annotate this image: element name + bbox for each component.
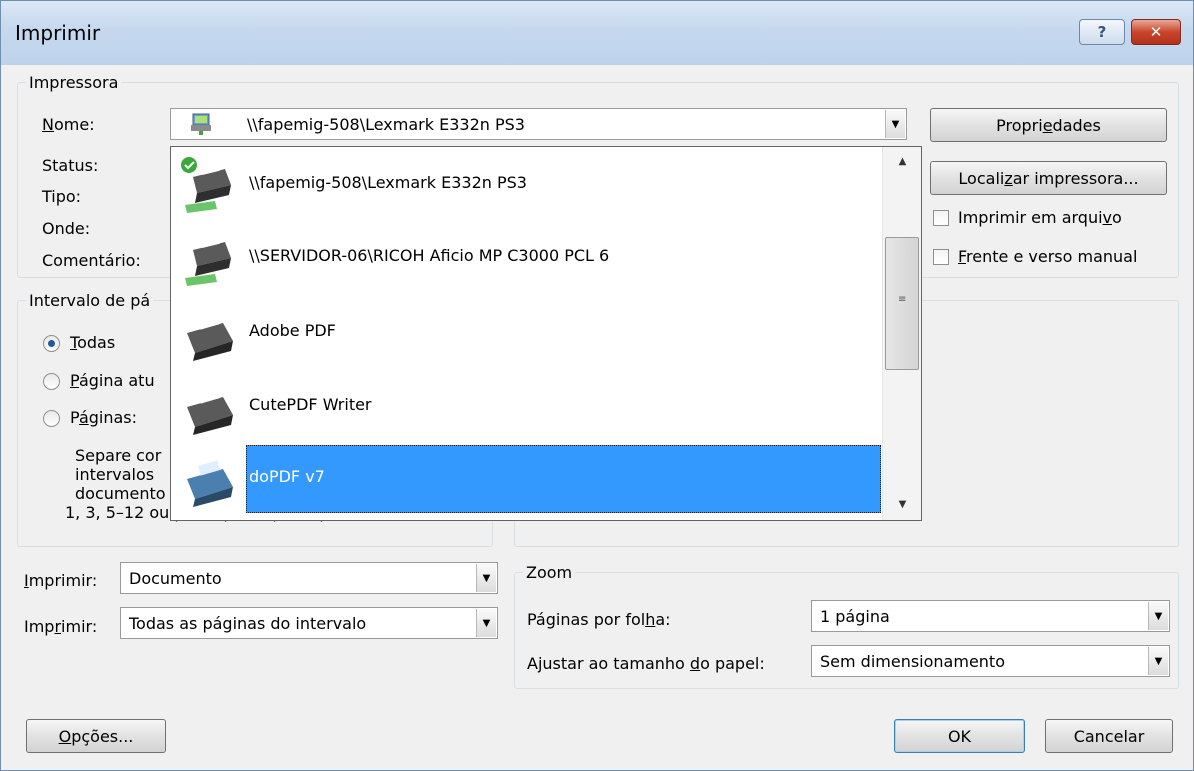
print-pages-combo[interactable]: Todas as páginas do intervalo ▼: [120, 607, 498, 639]
selection-highlight: [246, 445, 881, 513]
print-to-file-label: Imprimir em arquivo: [958, 208, 1122, 227]
ok-button[interactable]: OK: [894, 719, 1025, 753]
options-button[interactable]: Opções...: [26, 719, 166, 753]
manual-duplex-checkbox[interactable]: [933, 249, 949, 265]
range-current-label: Página atu: [70, 371, 155, 390]
printer-icon: [187, 388, 233, 435]
scroll-up-icon[interactable]: ▲: [883, 151, 921, 171]
range-pages-label: Páginas:: [70, 408, 138, 427]
range-all-label: Todas: [70, 333, 116, 352]
printer-list-item-label: doPDF v7: [249, 467, 325, 486]
chevron-down-icon[interactable]: ▼: [1148, 602, 1168, 630]
status-label: Status:: [42, 156, 99, 175]
dropdown-scrollbar[interactable]: ▲ ≡ ▼: [882, 147, 921, 520]
title-bar[interactable]: Imprimir ? ✕: [1, 1, 1193, 65]
printer-list-item[interactable]: \\fapemig-508\Lexmark E332n PS3: [171, 147, 881, 224]
grip-icon: ≡: [898, 294, 907, 305]
print-what-combo[interactable]: Documento ▼: [120, 562, 498, 594]
print-what-label: Imprimir:: [24, 571, 98, 590]
print-to-file-checkbox[interactable]: [933, 210, 949, 226]
type-label: Tipo:: [42, 187, 82, 206]
printer-list-item-label: \\SERVIDOR-06\RICOH Aficio MP C3000 PCL …: [249, 246, 610, 265]
scale-value: Sem dimensionamento: [820, 652, 1005, 671]
printer-icon: [187, 460, 233, 507]
properties-button[interactable]: Propri e dades: [930, 108, 1167, 142]
printer-group-legend: Impressora: [26, 73, 122, 92]
network-printer-default-icon: [181, 157, 231, 213]
scroll-down-icon[interactable]: ▼: [883, 494, 921, 514]
printer-name-combo[interactable]: \\fapemig-508\Lexmark E332n PS3 ▼: [170, 108, 907, 140]
print-dialog: Imprimir ? ✕ Impressora Nome: \\fapemig-…: [0, 0, 1194, 771]
printer-name-label: Nome:: [42, 115, 95, 134]
printer-icon: [187, 314, 233, 361]
network-printer-icon: [191, 113, 211, 135]
chevron-down-icon[interactable]: ▼: [476, 609, 496, 637]
printer-list-item-label: CutePDF Writer: [249, 395, 372, 414]
range-hint-line: documento: [75, 484, 166, 503]
scale-combo[interactable]: Sem dimensionamento ▼: [811, 645, 1170, 677]
print-pages-value: Todas as páginas do intervalo: [129, 614, 367, 633]
range-hint-line: intervalos: [75, 465, 155, 484]
printer-list-item-label: \\fapemig-508\Lexmark E332n PS3: [249, 173, 527, 192]
printer-list-item[interactable]: Adobe PDF: [171, 295, 881, 372]
range-hint-line: Separe cor: [75, 446, 162, 465]
chevron-down-icon[interactable]: ▼: [885, 110, 905, 138]
range-all-radio[interactable]: [43, 335, 60, 352]
print-pages-label: Imprimir:: [24, 617, 98, 636]
comment-label: Comentário:: [42, 251, 141, 270]
chevron-down-icon[interactable]: ▼: [1148, 647, 1168, 675]
close-button[interactable]: ✕: [1131, 19, 1181, 45]
printer-list-item[interactable]: CutePDF Writer: [171, 369, 881, 446]
dialog-title: Imprimir: [15, 21, 101, 45]
pages-per-sheet-combo[interactable]: 1 página ▼: [811, 600, 1170, 632]
zoom-legend: Zoom: [523, 563, 576, 582]
chevron-down-icon[interactable]: ▼: [476, 564, 496, 592]
scale-label: Ajustar ao tamanho do papel:: [527, 654, 765, 673]
print-what-value: Documento: [129, 569, 222, 588]
range-pages-radio[interactable]: [43, 410, 60, 427]
printer-list-item[interactable]: \\SERVIDOR-06\RICOH Aficio MP C3000 PCL …: [171, 220, 881, 297]
printer-dropdown-list[interactable]: \\fapemig-508\Lexmark E332n PS3 \\SERVID…: [170, 146, 922, 521]
pages-per-sheet-label: Páginas por folha:: [527, 610, 671, 629]
cancel-button[interactable]: Cancelar: [1045, 719, 1173, 753]
manual-duplex-label: Frente e verso manual: [958, 247, 1138, 266]
find-printer-button[interactable]: Locali z ar impressora...: [930, 161, 1167, 195]
where-label: Onde:: [42, 219, 91, 238]
pages-per-sheet-value: 1 página: [820, 607, 890, 626]
range-hint: Separe cor intervalos documento: [75, 446, 166, 503]
help-button[interactable]: ?: [1079, 19, 1125, 45]
page-range-legend: Intervalo de pá: [26, 291, 154, 310]
printer-name-value: \\fapemig-508\Lexmark E332n PS3: [247, 115, 525, 134]
printer-list-item-selected[interactable]: doPDF v7: [171, 441, 881, 518]
scroll-thumb[interactable]: ≡: [885, 237, 919, 370]
network-printer-icon: [185, 235, 231, 286]
range-current-radio[interactable]: [43, 373, 60, 390]
printer-list-item-label: Adobe PDF: [249, 321, 336, 340]
